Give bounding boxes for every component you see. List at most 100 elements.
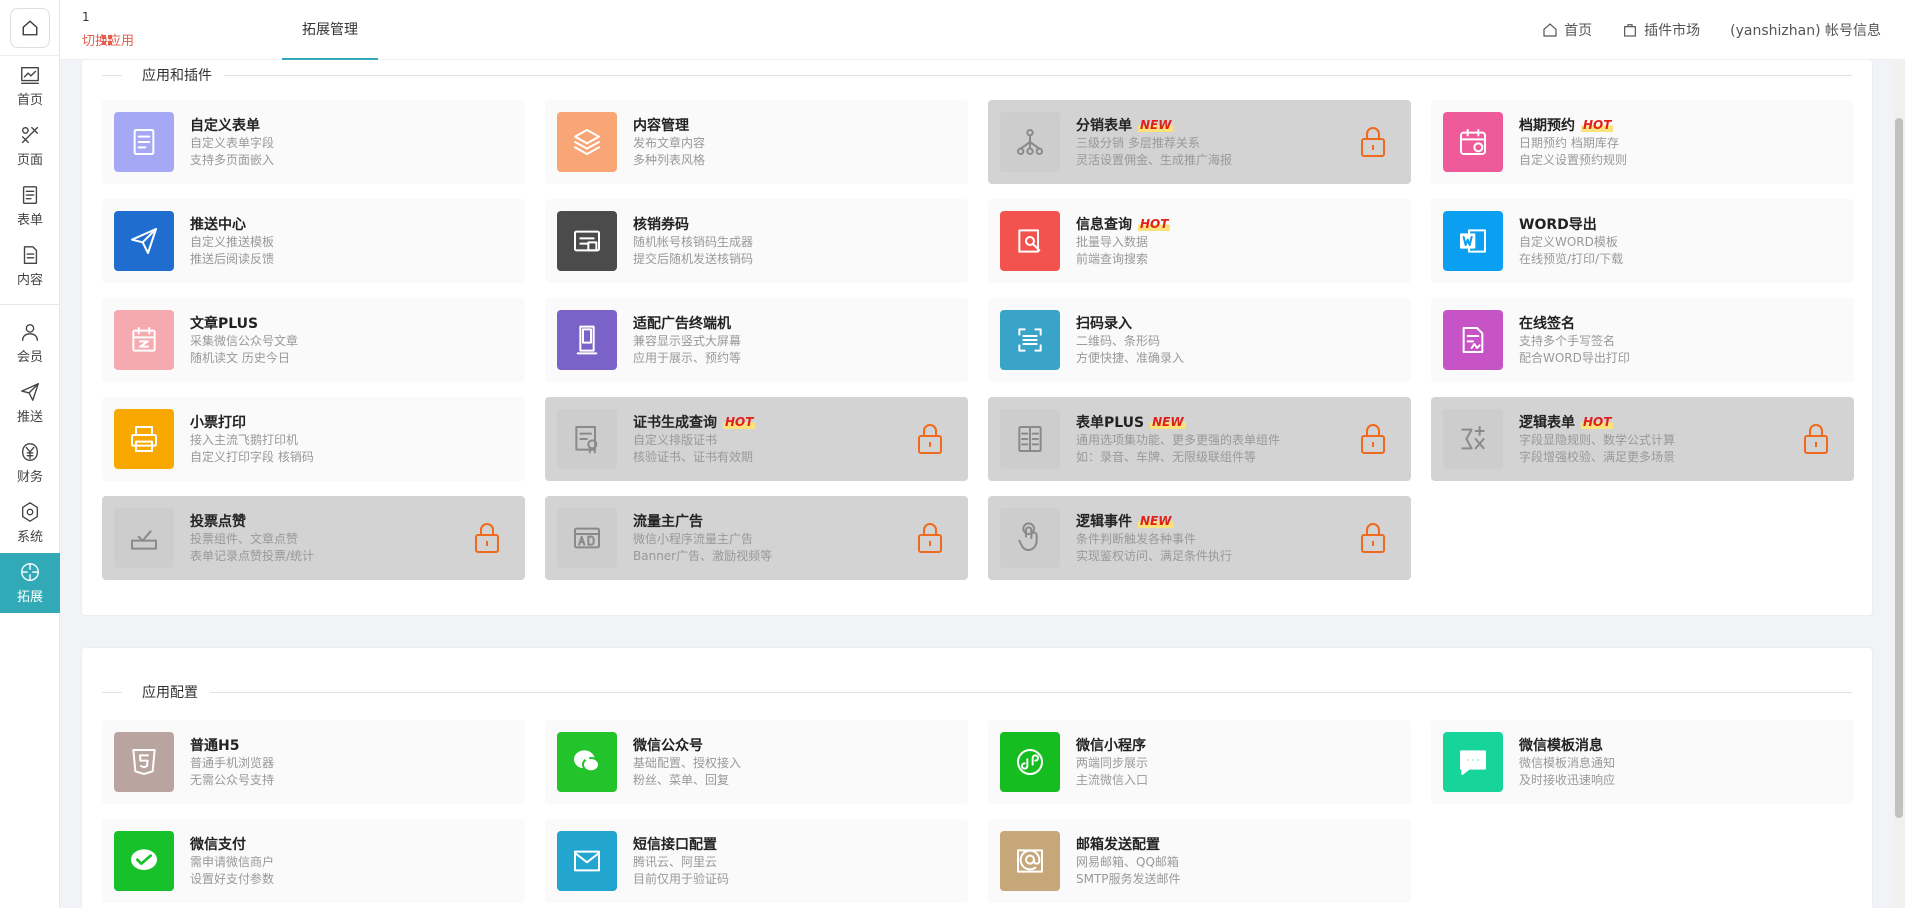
- app-config-section: 应用配置 普通H5 普通手机浏览器 无需公众号支持 微信公众号 基础配置、授权接入 粉丝、…: [81, 647, 1873, 908]
- card-icon-box: [1443, 211, 1503, 271]
- send-icon: [21, 383, 39, 401]
- card-icon-box: [114, 508, 174, 568]
- card-desc-2: Banner广告、激励视频等: [633, 549, 773, 563]
- app-card[interactable]: 微信小程序 两端同步展示 主流微信入口: [988, 720, 1411, 804]
- sidebar-item-content[interactable]: 内容: [0, 236, 60, 296]
- app-card-locked[interactable]: 逻辑表单 HOT 字段显隐规则、数学公式计算 字段增强校验、满足更多场景: [1431, 397, 1854, 481]
- card-desc-1: 网易邮箱、QQ邮箱: [1076, 855, 1179, 869]
- sidebar-item-dashboard[interactable]: 首页: [0, 56, 60, 116]
- card-desc-1: 接入主流飞鹅打印机: [190, 433, 299, 447]
- app-card[interactable]: 微信公众号 基础配置、授权接入 粉丝、菜单、回复: [545, 720, 968, 804]
- card-desc-1: 需申请微信商户: [190, 855, 275, 869]
- card-desc-1: 采集微信公众号文章: [190, 334, 299, 348]
- home-icon: [1543, 23, 1557, 37]
- card-desc-2: 配合WORD导出打印: [1519, 351, 1630, 365]
- sidebar-item-finance[interactable]: 财务: [0, 433, 60, 493]
- home-link-label: 首页: [1564, 23, 1593, 39]
- app-card-locked[interactable]: 流量主广告 微信小程序流量主广告 Banner广告、激励视频等: [545, 496, 968, 580]
- form-plus-icon: [1018, 426, 1042, 452]
- app-card[interactable]: 自定义表单 自定义表单字段 支持多页面嵌入: [102, 100, 525, 184]
- card-icon-box: [114, 831, 174, 891]
- app-card[interactable]: WORD导出 自定义WORD模板 在线预览/打印/下载: [1431, 199, 1854, 283]
- sidebar-item-push[interactable]: 推送: [0, 373, 60, 433]
- app-card-locked[interactable]: 投票点赞 投票组件、文章点赞 表单记录点赞投票/统计: [102, 496, 525, 580]
- app-card[interactable]: 文章PLUS 采集微信公众号文章 随机读文 历史今日: [102, 298, 525, 382]
- gear-icon: [21, 502, 39, 522]
- shopping-bag-icon: [1624, 24, 1637, 37]
- extend-icon: [21, 563, 39, 581]
- yen-icon: [21, 443, 39, 461]
- card-icon-box: [1443, 732, 1503, 792]
- app-card[interactable]: 内容管理 发布文章内容 多种列表风格: [545, 100, 968, 184]
- scan-icon: [1018, 328, 1042, 352]
- app-card[interactable]: 扫码录入 二维码、条形码 方便快捷、准确录入: [988, 298, 1411, 382]
- card-title: 分销表单: [1076, 118, 1132, 134]
- lock-icon: [918, 523, 942, 553]
- app-card-locked[interactable]: 逻辑事件 NEW 条件判断触发各种事件 实现鉴权访问、满足条件执行: [988, 496, 1411, 580]
- card-title: 信息查询: [1076, 217, 1132, 233]
- card-desc-2: SMTP服务发送邮件: [1076, 872, 1181, 886]
- card-icon-box: [114, 112, 174, 172]
- app-card[interactable]: 普通H5 普通手机浏览器 无需公众号支持: [102, 720, 525, 804]
- app-card[interactable]: 微信支付 需申请微信商户 设置好支付参数: [102, 819, 525, 903]
- app-card[interactable]: 核销券码 随机帐号核销码生成器 提交后随机发送核销码: [545, 199, 968, 283]
- card-desc-1: 微信模板消息通知: [1519, 756, 1616, 770]
- sidebar-item-label: 会员: [16, 350, 43, 365]
- card-title: 微信小程序: [1076, 738, 1146, 754]
- card-desc-2: 粉丝、菜单、回复: [633, 773, 730, 787]
- app-card[interactable]: 小票打印 接入主流飞鹅打印机 自定义打印字段 核销码: [102, 397, 525, 481]
- miniprogram-icon: [1017, 749, 1043, 775]
- home-button[interactable]: [0, 0, 60, 56]
- vertical-scrollbar[interactable]: [1893, 60, 1905, 908]
- card-title: 普通H5: [190, 738, 240, 754]
- switch-app-link[interactable]: 切换应用: [82, 30, 134, 49]
- apps-grid-icon: [102, 34, 112, 45]
- app-card[interactable]: 邮箱发送配置 网易邮箱、QQ邮箱 SMTP服务发送邮件: [988, 819, 1411, 903]
- app-card[interactable]: 推送中心 自定义推送模板 推送后阅读反馈: [102, 199, 525, 283]
- app-card-locked[interactable]: 表单PLUS NEW 通用选项集功能、更多更强的表单组件 如：录音、车牌、无限级联组件…: [988, 397, 1411, 481]
- card-icon-box: [557, 732, 617, 792]
- card-title: 逻辑表单: [1519, 415, 1575, 431]
- app-card[interactable]: 微信模板消息 微信模板消息通知 及时接收迅速响应: [1431, 720, 1854, 804]
- layers-icon: [574, 129, 600, 155]
- sidebar-item-members[interactable]: 会员: [0, 313, 60, 373]
- html5-icon: [132, 749, 156, 775]
- app-card[interactable]: 短信接口配置 腾讯云、阿里云 目前仅用于验证码: [545, 819, 968, 903]
- header: 1 切换应用 拓展管理 首页 插件市场 (yanshizhan) 帐号信息: [60, 0, 1905, 60]
- network-icon: [1017, 129, 1043, 155]
- lock-icon: [1361, 523, 1385, 553]
- card-desc-1: 日期预约 档期库存: [1519, 136, 1619, 150]
- touch-icon: [1018, 522, 1038, 551]
- app-card[interactable]: 适配广告终端机 兼容显示竖式大屏幕 应用于展示、预约等: [545, 298, 968, 382]
- card-desc-1: 随机帐号核销码生成器: [633, 235, 754, 249]
- card-desc-1: 二维码、条形码: [1076, 334, 1161, 348]
- card-desc-2: 实现鉴权访问、满足条件执行: [1076, 549, 1233, 563]
- user-icon: [21, 323, 39, 341]
- card-desc-2: 目前仅用于验证码: [633, 872, 730, 886]
- home-icon: [22, 19, 38, 35]
- account-info-link[interactable]: (yanshizhan) 帐号信息: [1730, 20, 1881, 40]
- plugin-market-link[interactable]: 插件市场: [1622, 20, 1700, 40]
- app-card[interactable]: 信息查询 HOT 批量导入数据 前端查询搜索: [988, 199, 1411, 283]
- home-link[interactable]: 首页: [1542, 20, 1592, 40]
- lock-icon: [1361, 127, 1385, 157]
- card-icon-box: [1000, 112, 1060, 172]
- app-switcher[interactable]: 1 切换应用: [82, 10, 134, 49]
- app-card[interactable]: 在线签名 支持多个手写签名 配合WORD导出打印: [1431, 298, 1854, 382]
- card-desc-1: 自定义推送模板: [190, 235, 275, 249]
- sidebar-item-label: 系统: [16, 530, 43, 545]
- sidebar-item-pages[interactable]: 页面: [0, 116, 60, 176]
- card-desc-2: 主流微信入口: [1076, 773, 1149, 787]
- sidebar-item-system[interactable]: 系统: [0, 493, 60, 553]
- card-desc-1: 腾讯云、阿里云: [633, 855, 718, 869]
- card-badge: HOT: [723, 415, 756, 429]
- app-card[interactable]: 档期预约 HOT 日期预约 档期库存 自定义设置预约规则: [1431, 100, 1854, 184]
- app-card-locked[interactable]: 证书生成查询 HOT 自定义排版证书 核验证书、证书有效期: [545, 397, 968, 481]
- tab-extend-manage[interactable]: 拓展管理: [282, 0, 378, 60]
- vote-icon: [131, 530, 157, 550]
- lock-icon: [918, 424, 942, 454]
- sidebar-item-extend[interactable]: 拓展: [0, 553, 60, 613]
- app-card-locked[interactable]: 分销表单 NEW 三级分销 多层推荐关系 灵活设置佣金、生成推广海报: [988, 100, 1411, 184]
- scrollbar-thumb[interactable]: [1895, 118, 1903, 818]
- sidebar-item-forms[interactable]: 表单: [0, 176, 60, 236]
